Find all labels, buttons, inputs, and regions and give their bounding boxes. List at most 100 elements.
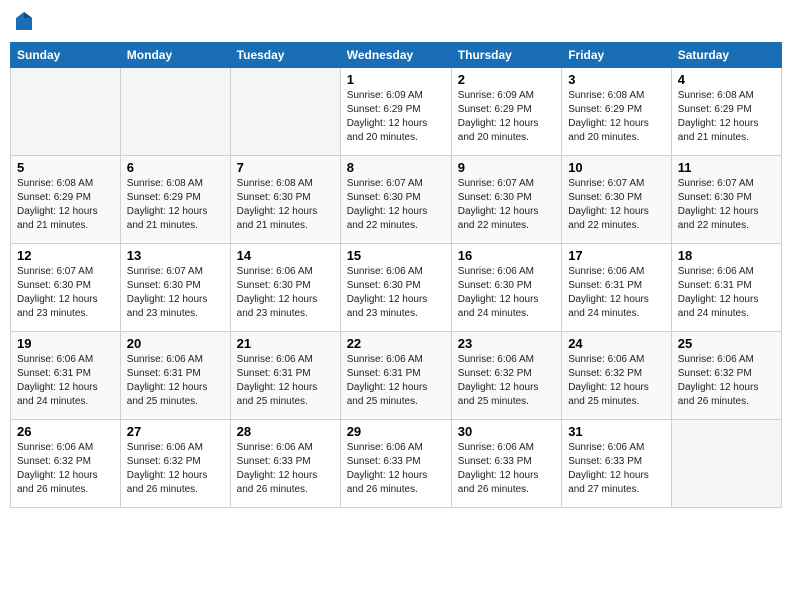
day-number: 1 bbox=[347, 72, 445, 87]
day-number: 4 bbox=[678, 72, 775, 87]
day-info: Sunrise: 6:08 AM Sunset: 6:29 PM Dayligh… bbox=[17, 177, 114, 233]
calendar-cell: 2Sunrise: 6:09 AM Sunset: 6:29 PM Daylig… bbox=[451, 68, 561, 156]
day-number: 6 bbox=[127, 160, 224, 175]
calendar-cell: 7 Sunrise: 6:08 AM Sunset: 6:30 PM Daylig… bbox=[230, 156, 340, 244]
day-number: 27 bbox=[127, 424, 224, 439]
week-row-2: 5Sunrise: 6:08 AM Sunset: 6:29 PM Daylig… bbox=[11, 156, 782, 244]
day-info: Sunrise: 6:08 AM Sunset: 6:29 PM Dayligh… bbox=[127, 177, 224, 233]
calendar-cell: 13 Sunrise: 6:07 AM Sunset: 6:30 PM Dayli… bbox=[120, 244, 230, 332]
calendar-cell: 27 Sunrise: 6:06 AM Sunset: 6:32 PM Dayli… bbox=[120, 420, 230, 508]
week-row-1: 1 Sunrise: 6:09 AM Sunset: 6:29 PM Daylig… bbox=[11, 68, 782, 156]
calendar-cell bbox=[671, 420, 781, 508]
day-info: Sunrise: 6:06 AM Sunset: 6:31 PM Dayligh… bbox=[237, 353, 334, 409]
day-number: 16 bbox=[458, 248, 555, 263]
day-number: 13 bbox=[127, 248, 224, 263]
calendar-cell: 30 Sunrise: 6:06 AM Sunset: 6:33 PM Dayli… bbox=[451, 420, 561, 508]
day-info: Sunrise: 6:07 AM Sunset: 6:30 PM Dayligh… bbox=[458, 177, 555, 233]
day-info: Sunrise: 6:08 AM Sunset: 6:29 PM Dayligh… bbox=[678, 89, 775, 145]
day-info: Sunrise: 6:06 AM Sunset: 6:33 PM Dayligh… bbox=[458, 441, 555, 497]
column-header-monday: Monday bbox=[120, 43, 230, 68]
day-number: 11 bbox=[678, 160, 775, 175]
day-number: 25 bbox=[678, 336, 775, 351]
day-number: 10 bbox=[568, 160, 665, 175]
day-info: Sunrise: 6:08 AM Sunset: 6:29 PM Dayligh… bbox=[568, 89, 665, 145]
calendar-cell: 10 Sunrise: 6:07 AM Sunset: 6:30 PM Dayli… bbox=[562, 156, 672, 244]
calendar-cell: 21 Sunrise: 6:06 AM Sunset: 6:31 PM Dayli… bbox=[230, 332, 340, 420]
day-number: 17 bbox=[568, 248, 665, 263]
week-row-4: 19 Sunrise: 6:06 AM Sunset: 6:31 PM Dayli… bbox=[11, 332, 782, 420]
day-info: Sunrise: 6:07 AM Sunset: 6:30 PM Dayligh… bbox=[678, 177, 775, 233]
calendar-cell bbox=[11, 68, 121, 156]
column-header-wednesday: Wednesday bbox=[340, 43, 451, 68]
calendar-cell: 14 Sunrise: 6:06 AM Sunset: 6:30 PM Dayli… bbox=[230, 244, 340, 332]
calendar-cell: 26Sunrise: 6:06 AM Sunset: 6:32 PM Dayli… bbox=[11, 420, 121, 508]
week-row-5: 26Sunrise: 6:06 AM Sunset: 6:32 PM Dayli… bbox=[11, 420, 782, 508]
day-number: 31 bbox=[568, 424, 665, 439]
day-info: Sunrise: 6:06 AM Sunset: 6:33 PM Dayligh… bbox=[568, 441, 665, 497]
day-info: Sunrise: 6:06 AM Sunset: 6:31 PM Dayligh… bbox=[678, 265, 775, 321]
calendar-cell: 17 Sunrise: 6:06 AM Sunset: 6:31 PM Dayli… bbox=[562, 244, 672, 332]
day-info: Sunrise: 6:06 AM Sunset: 6:31 PM Dayligh… bbox=[127, 353, 224, 409]
page-header bbox=[10, 10, 782, 34]
day-info: Sunrise: 6:06 AM Sunset: 6:32 PM Dayligh… bbox=[458, 353, 555, 409]
calendar-cell: 22 Sunrise: 6:06 AM Sunset: 6:31 PM Dayli… bbox=[340, 332, 451, 420]
column-header-saturday: Saturday bbox=[671, 43, 781, 68]
day-number: 20 bbox=[127, 336, 224, 351]
day-info: Sunrise: 6:06 AM Sunset: 6:32 PM Dayligh… bbox=[568, 353, 665, 409]
calendar-cell: 12Sunrise: 6:07 AM Sunset: 6:30 PM Dayli… bbox=[11, 244, 121, 332]
day-number: 3 bbox=[568, 72, 665, 87]
calendar-cell: 9 Sunrise: 6:07 AM Sunset: 6:30 PM Daylig… bbox=[451, 156, 561, 244]
calendar-cell: 25Sunrise: 6:06 AM Sunset: 6:32 PM Dayli… bbox=[671, 332, 781, 420]
calendar-cell: 15 Sunrise: 6:06 AM Sunset: 6:30 PM Dayli… bbox=[340, 244, 451, 332]
column-header-sunday: Sunday bbox=[11, 43, 121, 68]
calendar-cell bbox=[230, 68, 340, 156]
calendar-cell: 3 Sunrise: 6:08 AM Sunset: 6:29 PM Daylig… bbox=[562, 68, 672, 156]
day-number: 19 bbox=[17, 336, 114, 351]
calendar-cell: 20 Sunrise: 6:06 AM Sunset: 6:31 PM Dayli… bbox=[120, 332, 230, 420]
day-info: Sunrise: 6:07 AM Sunset: 6:30 PM Dayligh… bbox=[347, 177, 445, 233]
day-info: Sunrise: 6:06 AM Sunset: 6:33 PM Dayligh… bbox=[237, 441, 334, 497]
calendar-cell: 24 Sunrise: 6:06 AM Sunset: 6:32 PM Dayli… bbox=[562, 332, 672, 420]
day-number: 21 bbox=[237, 336, 334, 351]
column-headers: SundayMondayTuesdayWednesdayThursdayFrid… bbox=[11, 43, 782, 68]
day-number: 18 bbox=[678, 248, 775, 263]
day-number: 30 bbox=[458, 424, 555, 439]
day-info: Sunrise: 6:06 AM Sunset: 6:31 PM Dayligh… bbox=[568, 265, 665, 321]
logo-icon bbox=[14, 10, 34, 34]
calendar-cell bbox=[120, 68, 230, 156]
day-number: 12 bbox=[17, 248, 114, 263]
day-info: Sunrise: 6:07 AM Sunset: 6:30 PM Dayligh… bbox=[127, 265, 224, 321]
calendar-cell: 4 Sunrise: 6:08 AM Sunset: 6:29 PM Daylig… bbox=[671, 68, 781, 156]
day-number: 7 bbox=[237, 160, 334, 175]
day-number: 23 bbox=[458, 336, 555, 351]
day-info: Sunrise: 6:06 AM Sunset: 6:33 PM Dayligh… bbox=[347, 441, 445, 497]
calendar-cell: 1 Sunrise: 6:09 AM Sunset: 6:29 PM Daylig… bbox=[340, 68, 451, 156]
day-info: Sunrise: 6:06 AM Sunset: 6:32 PM Dayligh… bbox=[127, 441, 224, 497]
calendar-cell: 6 Sunrise: 6:08 AM Sunset: 6:29 PM Daylig… bbox=[120, 156, 230, 244]
day-info: Sunrise: 6:06 AM Sunset: 6:30 PM Dayligh… bbox=[458, 265, 555, 321]
day-number: 14 bbox=[237, 248, 334, 263]
day-info: Sunrise: 6:06 AM Sunset: 6:30 PM Dayligh… bbox=[347, 265, 445, 321]
day-number: 15 bbox=[347, 248, 445, 263]
calendar-cell: 5Sunrise: 6:08 AM Sunset: 6:29 PM Daylig… bbox=[11, 156, 121, 244]
day-number: 9 bbox=[458, 160, 555, 175]
calendar-cell: 8 Sunrise: 6:07 AM Sunset: 6:30 PM Daylig… bbox=[340, 156, 451, 244]
day-info: Sunrise: 6:09 AM Sunset: 6:29 PM Dayligh… bbox=[458, 89, 555, 145]
day-number: 29 bbox=[347, 424, 445, 439]
column-header-thursday: Thursday bbox=[451, 43, 561, 68]
day-info: Sunrise: 6:06 AM Sunset: 6:32 PM Dayligh… bbox=[17, 441, 114, 497]
day-info: Sunrise: 6:06 AM Sunset: 6:30 PM Dayligh… bbox=[237, 265, 334, 321]
day-number: 8 bbox=[347, 160, 445, 175]
day-info: Sunrise: 6:09 AM Sunset: 6:29 PM Dayligh… bbox=[347, 89, 445, 145]
day-info: Sunrise: 6:06 AM Sunset: 6:31 PM Dayligh… bbox=[347, 353, 445, 409]
day-number: 22 bbox=[347, 336, 445, 351]
calendar-cell: 29 Sunrise: 6:06 AM Sunset: 6:33 PM Dayli… bbox=[340, 420, 451, 508]
calendar-cell: 31 Sunrise: 6:06 AM Sunset: 6:33 PM Dayli… bbox=[562, 420, 672, 508]
day-number: 24 bbox=[568, 336, 665, 351]
day-info: Sunrise: 6:07 AM Sunset: 6:30 PM Dayligh… bbox=[568, 177, 665, 233]
column-header-friday: Friday bbox=[562, 43, 672, 68]
calendar-cell: 11 Sunrise: 6:07 AM Sunset: 6:30 PM Dayli… bbox=[671, 156, 781, 244]
calendar-cell: 18 Sunrise: 6:06 AM Sunset: 6:31 PM Dayli… bbox=[671, 244, 781, 332]
day-info: Sunrise: 6:08 AM Sunset: 6:30 PM Dayligh… bbox=[237, 177, 334, 233]
calendar-table: SundayMondayTuesdayWednesdayThursdayFrid… bbox=[10, 42, 782, 508]
